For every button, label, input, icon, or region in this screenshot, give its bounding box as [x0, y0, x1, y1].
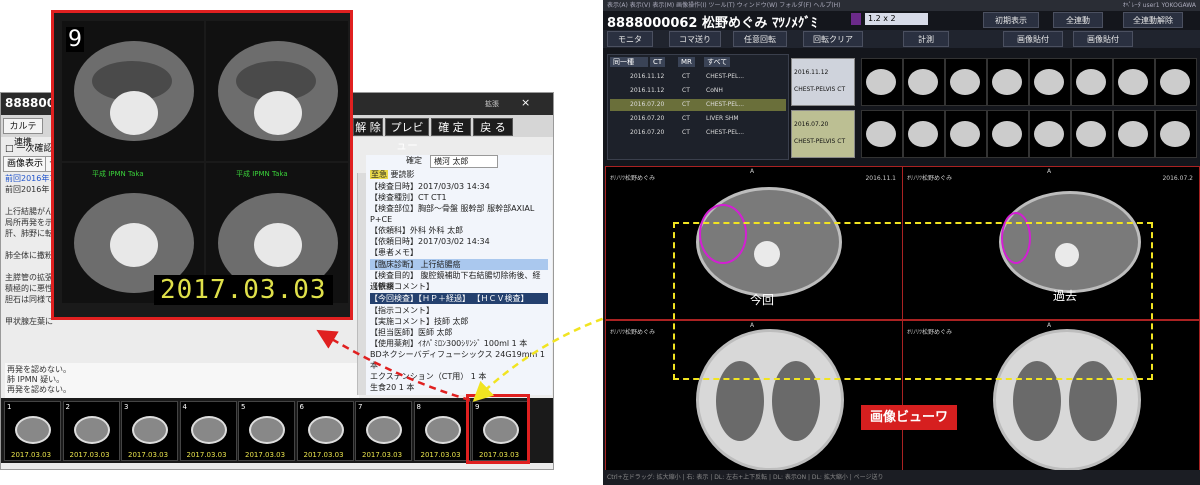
tab-same-type[interactable]: 同一種 [610, 57, 648, 67]
study-row[interactable]: 2016.11.12 CT CHEST-PEL... [610, 71, 786, 83]
patient-title: 8888000062 松野めぐみ ﾏﾂﾉﾒｸﾞﾐ [607, 16, 818, 31]
image-viewer: 表示(A) 表示(V) 表示(M) 画像操作(I) ツール(T) ウィンドウ(W… [603, 0, 1200, 485]
study-row[interactable]: 2016.07.20 CT CHEST-PEL... [610, 127, 786, 139]
study-row[interactable]: 2016.11.12 CT CoNH [610, 85, 786, 97]
viewer-series-thumbnail[interactable] [1113, 110, 1155, 158]
rotate-clear-button[interactable]: 回転クリア [803, 31, 863, 47]
study-list: 同一種 CT MR すべて 2016.11.12 CT CHEST-PEL... 20… [607, 54, 789, 160]
user-icon[interactable] [851, 13, 861, 25]
status-bar: Ctrl+左ドラッグ: 拡大縮小 | 右: 表示 | DL: 左右+上下反転 |… [603, 470, 1200, 485]
frame-advance-button[interactable]: コマ送り [669, 31, 721, 47]
initial-display-button[interactable]: 初期表示 [983, 12, 1039, 28]
paste-image-button-2[interactable]: 画像貼付 [1073, 31, 1133, 47]
viewer-series-thumbnail[interactable] [987, 58, 1029, 106]
viewer-series-thumbnail[interactable] [1113, 58, 1155, 106]
monitor-button[interactable]: モニタ [607, 31, 653, 47]
sync-all-button[interactable]: 全連動 [1053, 12, 1103, 28]
series-card-selected[interactable]: 2016.07.20 CHEST-PELVIS CT [791, 110, 855, 158]
layout-select[interactable]: 1.2 x 2 [865, 13, 928, 25]
paste-image-button[interactable]: 画像貼付 [1003, 31, 1063, 47]
viewer-series-thumbnail[interactable] [903, 110, 945, 158]
viewer-series-thumbnail[interactable] [1155, 58, 1197, 106]
tab-mr[interactable]: MR [678, 57, 695, 67]
viewer-menu[interactable]: 表示(A) 表示(V) 表示(M) 画像操作(I) ツール(T) ウィンドウ(W… [603, 0, 1200, 11]
viewer-series-thumbnail[interactable] [1155, 110, 1197, 158]
series-card[interactable]: 2016.11.12 CHEST-PELVIS CT [791, 58, 855, 106]
viewer-series-thumbnail[interactable] [1029, 110, 1071, 158]
viewer-series-thumbnail[interactable] [987, 110, 1029, 158]
image-viewer-label: 画像ビューワ [861, 405, 957, 430]
red-dashed-arrow [316, 329, 471, 402]
viewer-series-thumbnail[interactable] [861, 110, 903, 158]
viewer-toolbar: モニタ コマ送り 任意回転 回転クリア 計測 画像貼付 画像貼付 [603, 30, 1200, 48]
user-info: ｵﾍﾟﾚｰﾀ user1 YOKOGAWA [1122, 2, 1196, 9]
viewer-series-thumbnail[interactable] [945, 110, 987, 158]
sync-release-button[interactable]: 全連動解除 [1123, 12, 1183, 28]
rotate-button[interactable]: 任意回転 [733, 31, 787, 47]
tab-all[interactable]: すべて [704, 57, 731, 67]
study-row[interactable]: 2016.07.20 CT CHEST-PEL... [610, 99, 786, 111]
tab-ct[interactable]: CT [650, 57, 666, 67]
viewer-series-thumbnail[interactable] [1071, 110, 1113, 158]
viewer-series-thumbnail[interactable] [861, 58, 903, 106]
viewer-series-thumbnail[interactable] [1029, 58, 1071, 106]
viewer-series-thumbnail[interactable] [903, 58, 945, 106]
study-row[interactable]: 2016.07.20 CT LIVER SHM [610, 113, 786, 125]
measure-button[interactable]: 計測 [903, 31, 949, 47]
viewer-series-thumbnail[interactable] [945, 58, 987, 106]
comparison-frame [673, 222, 1153, 380]
viewer-series-thumbnail[interactable] [1071, 58, 1113, 106]
